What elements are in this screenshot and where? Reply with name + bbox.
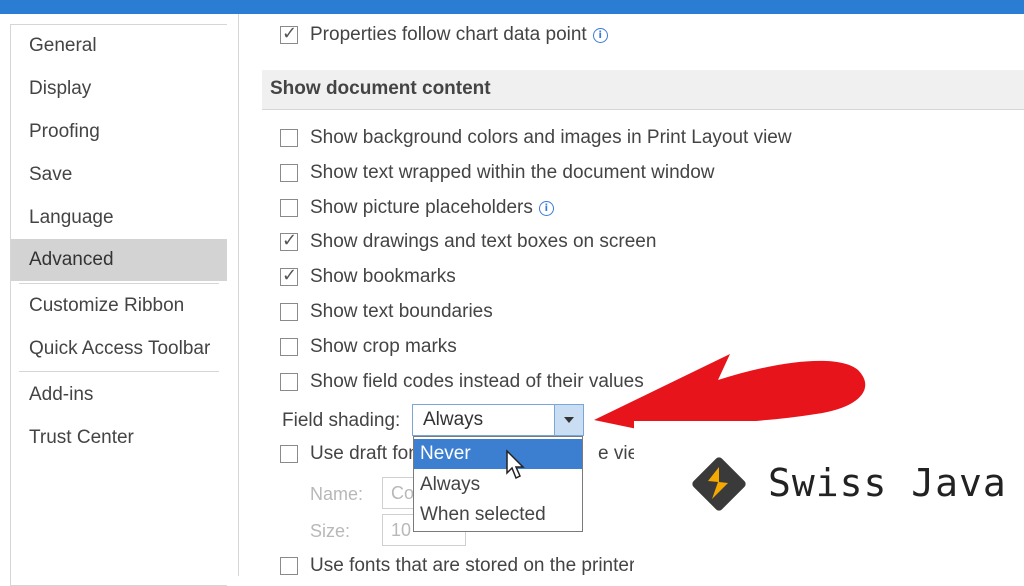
- sidebar-item-display[interactable]: Display: [11, 68, 227, 110]
- sidebar-item-customize-ribbon[interactable]: Customize Ribbon: [11, 285, 227, 327]
- font-name-label: Name:: [310, 484, 364, 504]
- option-label: Use draft fon: [310, 443, 419, 464]
- field-shading-label: Field shading:: [282, 410, 401, 431]
- sidebar-item-trust-center[interactable]: Trust Center: [11, 417, 227, 459]
- option-use-printer-fonts[interactable]: Use fonts that are stored on the printer: [280, 553, 635, 579]
- field-shading-select[interactable]: Always: [412, 404, 584, 436]
- option-use-draft-font[interactable]: Use draft fon: [280, 441, 419, 467]
- mouse-cursor-icon: [506, 449, 525, 480]
- section-header-show-document-content: Show document content: [262, 70, 1024, 110]
- swiss-java-logo-icon: [692, 457, 746, 511]
- checkbox[interactable]: [280, 23, 298, 44]
- sidebar-item-add-ins[interactable]: Add-ins: [11, 374, 227, 416]
- options-sidebar: General Display Proofing Save Language A…: [10, 24, 227, 586]
- checkbox[interactable]: [280, 230, 298, 251]
- sidebar-item-quick-access-toolbar[interactable]: Quick Access Toolbar: [11, 328, 227, 370]
- option-show-text-boundaries[interactable]: Show text boundaries: [280, 299, 493, 325]
- option-label: Show picture placeholders: [310, 197, 533, 218]
- checkbox[interactable]: [280, 265, 298, 286]
- option-label: Use fonts that are stored on the printer: [310, 555, 636, 576]
- option-show-bookmarks[interactable]: Show bookmarks: [280, 264, 456, 290]
- font-size-label: Size:: [310, 521, 351, 541]
- sidebar-item-general[interactable]: General: [11, 25, 227, 67]
- option-show-background-colors[interactable]: Show background colors and images in Pri…: [280, 125, 792, 151]
- sidebar-item-save[interactable]: Save: [11, 154, 227, 196]
- sidebar-divider: [19, 283, 219, 284]
- option-show-picture-placeholders[interactable]: Show picture placeholders i: [280, 195, 554, 221]
- dropdown-option-always[interactable]: Always: [414, 470, 582, 500]
- chevron-down-icon[interactable]: [554, 405, 583, 435]
- option-show-drawings[interactable]: Show drawings and text boxes on screen: [280, 229, 656, 255]
- checkbox[interactable]: [280, 164, 298, 182]
- option-label: Show crop marks: [310, 336, 457, 357]
- sidebar-item-language[interactable]: Language: [11, 197, 227, 239]
- sidebar-item-proofing[interactable]: Proofing: [11, 111, 227, 153]
- option-label: Properties follow chart data point: [310, 24, 587, 45]
- info-icon[interactable]: i: [538, 200, 554, 216]
- window-title-bar: [0, 0, 1024, 14]
- option-label: Show bookmarks: [310, 266, 456, 287]
- checkbox[interactable]: [280, 373, 298, 391]
- content-panel-border: [238, 14, 239, 576]
- info-icon[interactable]: i: [592, 27, 608, 43]
- option-properties-follow[interactable]: Properties follow chart data point i: [280, 22, 608, 48]
- dropdown-option-when-selected[interactable]: When selected: [414, 500, 582, 530]
- swiss-java-logo: Swiss Java: [634, 421, 1024, 576]
- checkbox[interactable]: [280, 557, 298, 575]
- option-label: Show drawings and text boxes on screen: [310, 231, 657, 252]
- option-label: Show text wrapped within the document wi…: [310, 162, 715, 183]
- option-label: Show background colors and images in Pri…: [310, 127, 792, 148]
- sidebar-item-advanced[interactable]: Advanced: [11, 239, 227, 281]
- dropdown-option-never[interactable]: Never: [414, 439, 582, 469]
- logo-text: Swiss Java: [768, 461, 1007, 505]
- option-label: Show text boundaries: [310, 301, 493, 322]
- checkbox[interactable]: [280, 199, 298, 217]
- field-shading-dropdown: Never Always When selected: [413, 436, 583, 532]
- checkbox[interactable]: [280, 445, 298, 463]
- checkbox[interactable]: [280, 303, 298, 321]
- option-show-crop-marks[interactable]: Show crop marks: [280, 334, 457, 360]
- select-value: Always: [423, 409, 484, 430]
- checkbox[interactable]: [280, 338, 298, 356]
- option-show-text-wrapped[interactable]: Show text wrapped within the document wi…: [280, 160, 715, 186]
- sidebar-divider: [19, 371, 219, 372]
- checkbox[interactable]: [280, 129, 298, 147]
